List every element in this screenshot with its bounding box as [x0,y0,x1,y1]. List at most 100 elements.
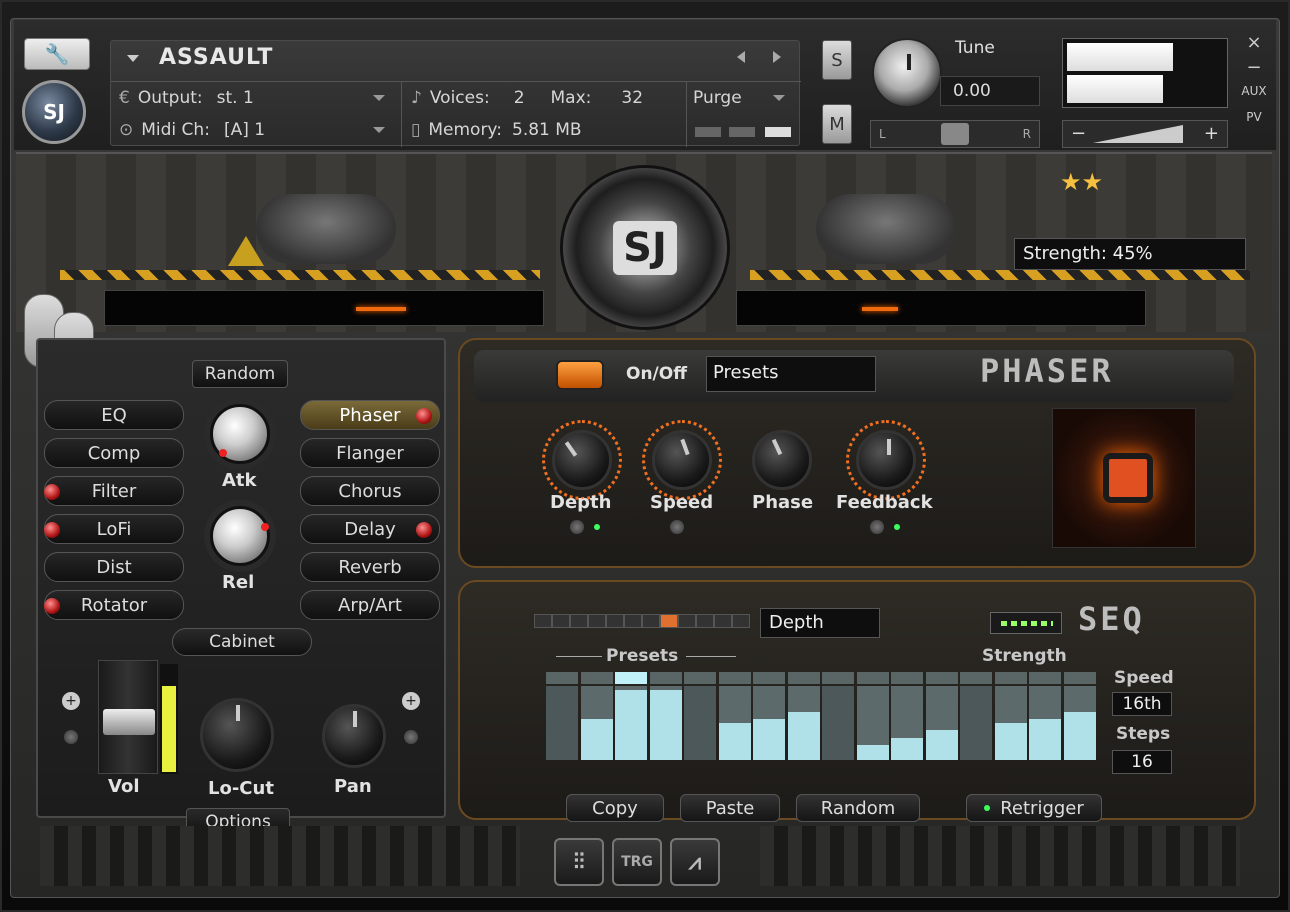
midi-channel-selector[interactable]: ⊙ Midi Ch: [A] 1 [119,115,399,145]
seq-speed-selector[interactable]: 16th [1112,692,1172,716]
seq-steps-selector[interactable]: 16 [1112,750,1172,774]
lo-cut-knob[interactable] [200,698,274,772]
tab-graph-icon[interactable]: ⩘ [670,838,720,886]
step-column[interactable] [684,686,716,760]
speed-mod-toggle[interactable] [670,520,684,534]
volume-fader-track[interactable] [98,660,158,774]
pan-handle[interactable] [941,123,969,145]
instrument-name[interactable]: ASSAULT [159,45,273,70]
attack-knob[interactable] [210,404,270,464]
step-head[interactable] [960,672,992,684]
random-button[interactable]: Random [192,360,288,388]
step-value-bar[interactable] [649,690,682,760]
retrigger-button[interactable]: Retrigger [966,794,1102,822]
mute-button[interactable]: M [822,104,852,144]
step-head[interactable] [649,672,682,684]
step-head[interactable] [925,672,958,684]
next-instrument-icon[interactable] [773,51,781,63]
aux-button[interactable]: AUX [1240,84,1268,98]
step-head[interactable] [546,672,578,684]
copy-button[interactable]: Copy [566,794,664,822]
step-sequencer-grid[interactable] [546,672,1098,760]
seq-target-dropdown[interactable]: Depth [760,608,880,638]
tab-mixer-icon[interactable]: ⫶⫶ [554,838,604,886]
seq-presets-label[interactable]: Presets [606,646,678,666]
fx-button-flanger[interactable]: Flanger [300,438,440,468]
step-value-bar[interactable] [718,723,751,760]
step-head[interactable] [822,672,854,684]
step-head[interactable] [856,672,889,684]
step-column[interactable] [546,686,578,760]
output-dropdown-icon[interactable] [373,95,385,101]
phaser-power-button[interactable] [556,360,604,390]
depth-knob[interactable] [552,430,612,490]
step-column[interactable] [960,686,992,760]
step-column[interactable] [822,686,854,760]
tab-trg-icon[interactable]: TRG [612,838,662,886]
seq-strength-meter[interactable] [990,612,1062,634]
max-voices-value[interactable]: 32 [621,88,643,108]
step-head[interactable] [1063,672,1096,684]
step-value-bar[interactable] [925,730,958,760]
tune-knob[interactable] [872,38,942,108]
midi-dropdown-icon[interactable] [373,127,385,133]
fx-button-lofi[interactable]: LoFi [44,514,184,544]
pan-slider[interactable]: L R [870,120,1040,148]
step-head[interactable] [580,672,613,684]
output-selector[interactable]: € Output: st. 1 [119,83,399,113]
phase-knob[interactable] [752,430,812,490]
seq-random-button[interactable]: Random [796,794,920,822]
fx-button-reverb[interactable]: Reverb [300,552,440,582]
step-head[interactable] [718,672,751,684]
step-head[interactable] [615,672,647,684]
volume-minus[interactable]: − [1071,123,1086,144]
phaser-presets-dropdown[interactable]: Presets [706,356,876,392]
solo-button[interactable]: S [822,40,852,80]
collapse-arrow-icon[interactable] [127,55,139,62]
prev-instrument-icon[interactable] [737,51,745,63]
step-head[interactable] [787,672,820,684]
step-value-bar[interactable] [787,712,820,760]
minimize-icon[interactable]: − [1240,57,1268,78]
volume-plus[interactable]: + [1204,123,1219,144]
paste-button[interactable]: Paste [680,794,780,822]
step-value-bar[interactable] [891,738,923,760]
vol-toggle[interactable] [64,730,78,744]
feedback-knob[interactable] [856,430,916,490]
pan-knob[interactable] [322,704,386,768]
fx-button-dist[interactable]: Dist [44,552,184,582]
feedback-mod-toggle[interactable] [870,520,884,534]
close-icon[interactable]: × [1240,32,1268,53]
step-value-bar[interactable] [580,719,613,760]
step-head[interactable] [891,672,923,684]
step-head[interactable] [1029,672,1061,684]
pv-button[interactable]: PV [1240,110,1268,124]
plus-icon[interactable]: + [62,692,80,710]
volume-fader-handle[interactable] [103,709,155,735]
cabinet-button[interactable]: Cabinet [172,628,312,656]
step-value-bar[interactable] [994,723,1027,760]
purge-dropdown-icon[interactable] [773,95,785,101]
plus-icon[interactable]: + [402,692,420,710]
pan-toggle[interactable] [404,730,418,744]
step-value-bar[interactable] [1063,712,1096,760]
speed-knob[interactable] [652,430,712,490]
fx-button-rotator[interactable]: Rotator [44,590,184,620]
step-value-bar[interactable] [856,745,889,760]
wrench-button[interactable]: 🔧 [24,38,90,70]
fx-button-comp[interactable]: Comp [44,438,184,468]
step-value-bar[interactable] [1029,719,1061,760]
tune-value[interactable]: 0.00 [940,76,1040,106]
release-knob[interactable] [210,506,270,566]
step-head[interactable] [994,672,1027,684]
step-value-bar[interactable] [753,719,785,760]
step-head[interactable] [753,672,785,684]
fx-button-eq[interactable]: EQ [44,400,184,430]
fx-button-chorus[interactable]: Chorus [300,476,440,506]
volume-slider[interactable]: − + [1062,120,1228,148]
fx-button-arp-art[interactable]: Arp/Art [300,590,440,620]
depth-mod-toggle[interactable] [570,520,584,534]
fx-button-filter[interactable]: Filter [44,476,184,506]
step-head[interactable] [684,672,716,684]
step-value-bar[interactable] [615,690,647,760]
